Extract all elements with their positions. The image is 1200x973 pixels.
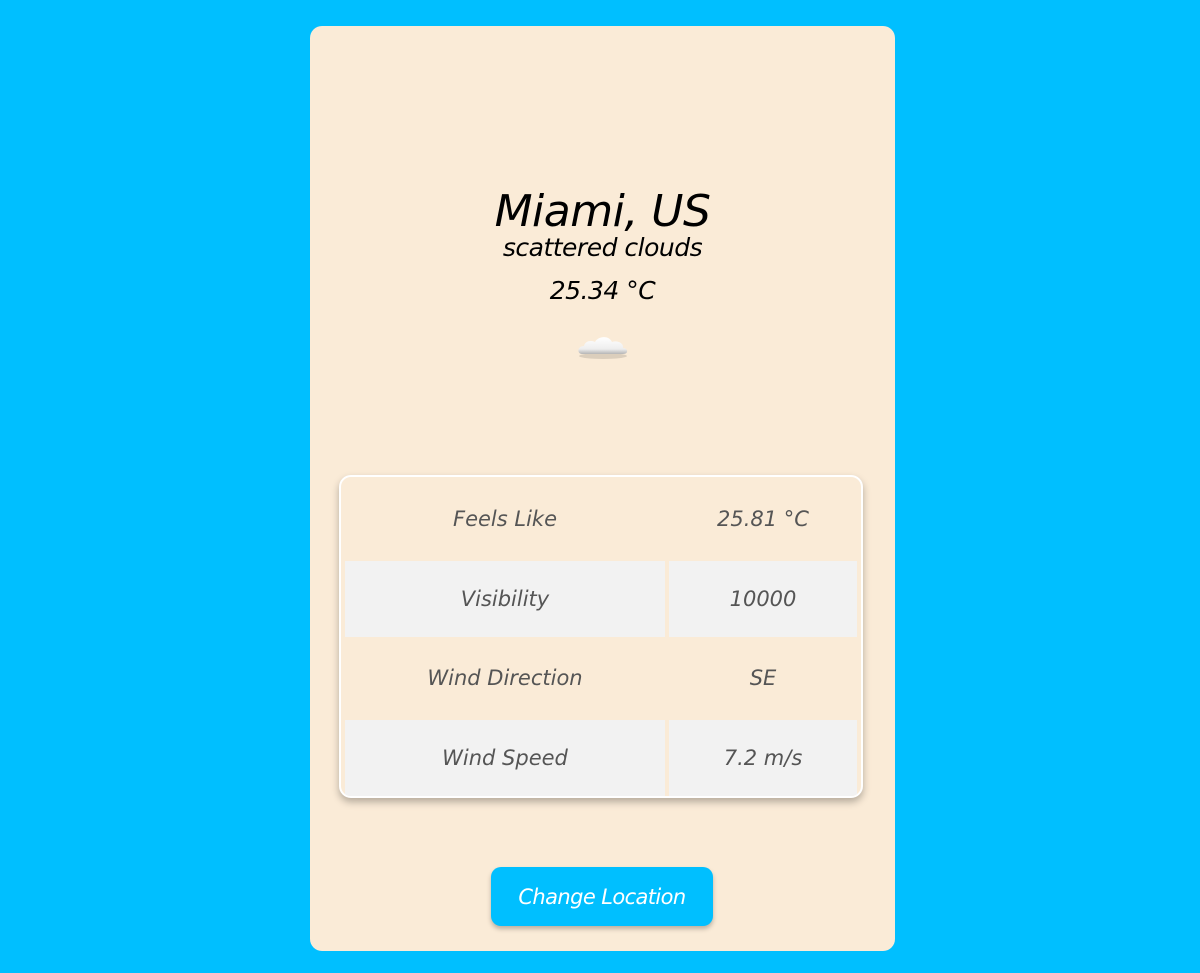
- detail-row-visibility: Visibility 10000: [345, 561, 857, 637]
- detail-value: 25.81 °C: [717, 507, 809, 531]
- cloud-icon: [578, 337, 628, 359]
- weather-details-table: Feels Like 25.81 °C Visibility 10000 Win…: [339, 475, 863, 798]
- weather-card: Miami, US scattered clouds 25.34 °C Feel…: [310, 26, 895, 951]
- detail-value: 7.2 m/s: [669, 720, 857, 796]
- detail-row-feels-like: Feels Like 25.81 °C: [345, 481, 857, 557]
- detail-row-wind-speed: Wind Speed 7.2 m/s: [345, 720, 857, 796]
- detail-value: 10000: [669, 561, 857, 637]
- detail-label: Feels Like: [453, 507, 557, 531]
- weather-description: scattered clouds: [502, 233, 703, 262]
- change-location-button[interactable]: Change Location: [491, 867, 713, 926]
- detail-label: Wind Speed: [345, 720, 665, 796]
- detail-label: Wind Direction: [427, 666, 583, 690]
- detail-row-wind-direction: Wind Direction SE: [345, 640, 857, 716]
- temperature: 25.34 °C: [549, 276, 656, 305]
- city-name: Miami, US: [494, 186, 711, 237]
- detail-label: Visibility: [345, 561, 665, 637]
- detail-value: SE: [749, 666, 777, 690]
